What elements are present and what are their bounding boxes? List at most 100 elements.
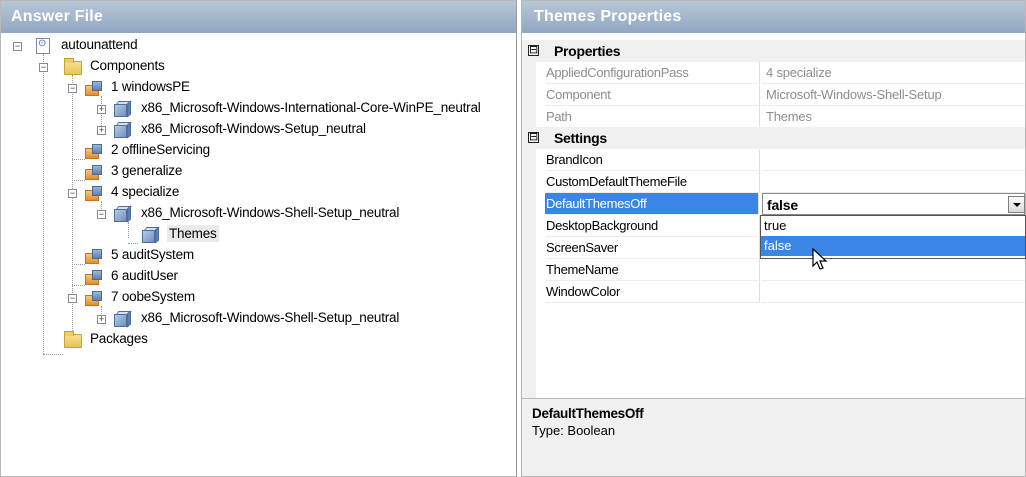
property-description: DefaultThemesOff Type: Boolean — [522, 398, 1025, 476]
component-icon — [114, 121, 132, 139]
row-gutter — [522, 62, 536, 84]
property-name: ThemeName — [546, 259, 760, 281]
tree-node-shell-setup[interactable]: − x86_Microsoft-Windows-Shell-Setup_neut… — [1, 204, 401, 225]
tree-node-windowspe[interactable]: − 1 windowsPE — [1, 78, 301, 99]
tree-node-label: x86_Microsoft-Windows-Setup_neutral — [141, 121, 366, 136]
collapse-icon[interactable]: − — [13, 42, 22, 51]
property-row-defaultthemesoff[interactable]: DefaultThemesOff false — [522, 193, 1025, 215]
tree-node-components[interactable]: − Components — [1, 57, 301, 78]
dropdown-option-false[interactable]: false — [761, 236, 1025, 256]
property-value[interactable] — [762, 281, 1025, 303]
row-gutter — [522, 193, 536, 215]
tree-node-label: autounattend — [61, 37, 138, 52]
collapse-icon[interactable]: ⊟ — [528, 45, 539, 56]
category-label: Settings — [554, 130, 607, 146]
property-row[interactable]: Component Microsoft-Windows-Shell-Setup — [522, 84, 1025, 106]
tree-node-label: 3 generalize — [111, 163, 183, 178]
tree-node-audituser[interactable]: 6 auditUser — [1, 267, 301, 288]
tree-node-label: 2 offlineServicing — [111, 142, 210, 157]
tree-node-themes[interactable]: Themes — [1, 225, 301, 246]
property-name: WindowColor — [546, 281, 760, 303]
property-row[interactable]: WindowColor — [522, 281, 1025, 303]
tree-node-generalize[interactable]: 3 generalize — [1, 162, 301, 183]
property-name: AppliedConfigurationPass — [546, 62, 760, 84]
answer-file-icon — [36, 38, 50, 54]
folder-icon — [64, 331, 82, 348]
description-title: DefaultThemesOff — [532, 406, 644, 421]
property-row[interactable]: Path Themes — [522, 106, 1025, 128]
property-name: DefaultThemesOff — [545, 193, 759, 215]
config-pass-icon — [85, 291, 103, 307]
tree-node-auditsystem[interactable]: 5 auditSystem — [1, 246, 301, 267]
grid-gutter — [522, 303, 536, 398]
config-pass-icon — [85, 249, 103, 265]
tree-node-specialize[interactable]: − 4 specialize — [1, 183, 301, 204]
tree-node-international-core[interactable]: + x86_Microsoft-Windows-International-Co… — [1, 99, 516, 120]
answer-file-header: Answer File — [1, 1, 516, 33]
tree-node-label: 6 auditUser — [111, 268, 178, 283]
tree-node-offlineservicing[interactable]: 2 offlineServicing — [1, 141, 301, 162]
tree-node-label: 1 windowsPE — [111, 79, 190, 94]
property-value: Microsoft-Windows-Shell-Setup — [762, 84, 1025, 106]
property-value: 4 specialize — [762, 62, 1025, 84]
tree-node-oobesystem[interactable]: − 7 oobeSystem — [1, 288, 301, 309]
category-properties[interactable]: ⊟ Properties — [522, 40, 1025, 62]
row-gutter — [522, 171, 536, 193]
tree-node-oobe-shell-setup[interactable]: + x86_Microsoft-Windows-Shell-Setup_neut… — [1, 309, 401, 330]
property-value-dropdown[interactable]: false — [762, 193, 1025, 215]
property-row[interactable]: AppliedConfigurationPass 4 specialize — [522, 62, 1025, 84]
property-name: CustomDefaultThemeFile — [546, 171, 760, 193]
expand-icon[interactable]: + — [97, 126, 106, 135]
answer-file-pane: Answer File − autounattend − Components … — [0, 0, 517, 477]
tree-connector — [43, 354, 63, 355]
mouse-pointer-icon — [812, 248, 828, 270]
category-settings[interactable]: ⊟ Settings — [522, 127, 1025, 149]
collapse-icon[interactable]: − — [68, 189, 77, 198]
tree-node-autounattend[interactable]: − autounattend — [1, 36, 301, 57]
collapse-icon[interactable]: − — [68, 294, 77, 303]
property-row[interactable]: ThemeName — [522, 259, 1025, 281]
row-gutter — [522, 259, 536, 281]
tree-node-label: x86_Microsoft-Windows-Shell-Setup_neutra… — [141, 205, 400, 220]
config-pass-icon — [85, 81, 103, 97]
row-gutter — [522, 84, 536, 106]
expand-icon[interactable]: + — [97, 105, 106, 114]
property-row[interactable]: BrandIcon — [522, 149, 1025, 171]
category-label: Properties — [554, 43, 621, 59]
property-row[interactable]: CustomDefaultThemeFile — [522, 171, 1025, 193]
row-gutter — [522, 106, 536, 128]
tree-node-label: x86_Microsoft-Windows-Shell-Setup_neutra… — [141, 310, 400, 325]
component-icon — [114, 205, 132, 223]
tree-node-label: x86_Microsoft-Windows-International-Core… — [141, 100, 481, 115]
property-value[interactable] — [762, 259, 1025, 281]
tree-node-label: Themes — [167, 225, 219, 242]
property-value[interactable] — [762, 149, 1025, 171]
config-pass-icon — [85, 186, 103, 202]
dropdown-option-true[interactable]: true — [761, 216, 1025, 236]
row-gutter — [522, 281, 536, 303]
boolean-dropdown-list: true false — [760, 215, 1026, 259]
properties-pane: Themes Properties ⊟ Properties AppliedCo… — [521, 0, 1026, 477]
config-pass-icon — [85, 270, 103, 286]
dropdown-value: false — [767, 197, 798, 213]
collapse-icon[interactable]: − — [39, 63, 48, 72]
property-name: DesktopBackground — [546, 215, 760, 237]
answer-file-tree: − autounattend − Components − 1 windowsP… — [1, 33, 516, 476]
property-grid: ⊟ Properties AppliedConfigurationPass 4 … — [522, 34, 1026, 398]
component-icon — [114, 310, 132, 328]
property-name: BrandIcon — [546, 149, 760, 171]
collapse-icon[interactable]: − — [68, 84, 77, 93]
property-value[interactable] — [762, 171, 1025, 193]
chevron-down-icon[interactable] — [1008, 196, 1025, 213]
tree-node-label: 4 specialize — [111, 184, 180, 199]
properties-header: Themes Properties — [522, 1, 1025, 33]
collapse-icon[interactable]: ⊟ — [528, 132, 539, 143]
property-value: Themes — [762, 106, 1025, 128]
property-name: ScreenSaver — [546, 237, 760, 259]
expand-icon[interactable]: + — [97, 315, 106, 324]
collapse-icon[interactable]: − — [97, 210, 106, 219]
tree-node-packages[interactable]: Packages — [1, 330, 301, 351]
folder-icon — [64, 58, 82, 75]
tree-node-windows-setup[interactable]: + x86_Microsoft-Windows-Setup_neutral — [1, 120, 401, 141]
property-name: Component — [546, 84, 760, 106]
